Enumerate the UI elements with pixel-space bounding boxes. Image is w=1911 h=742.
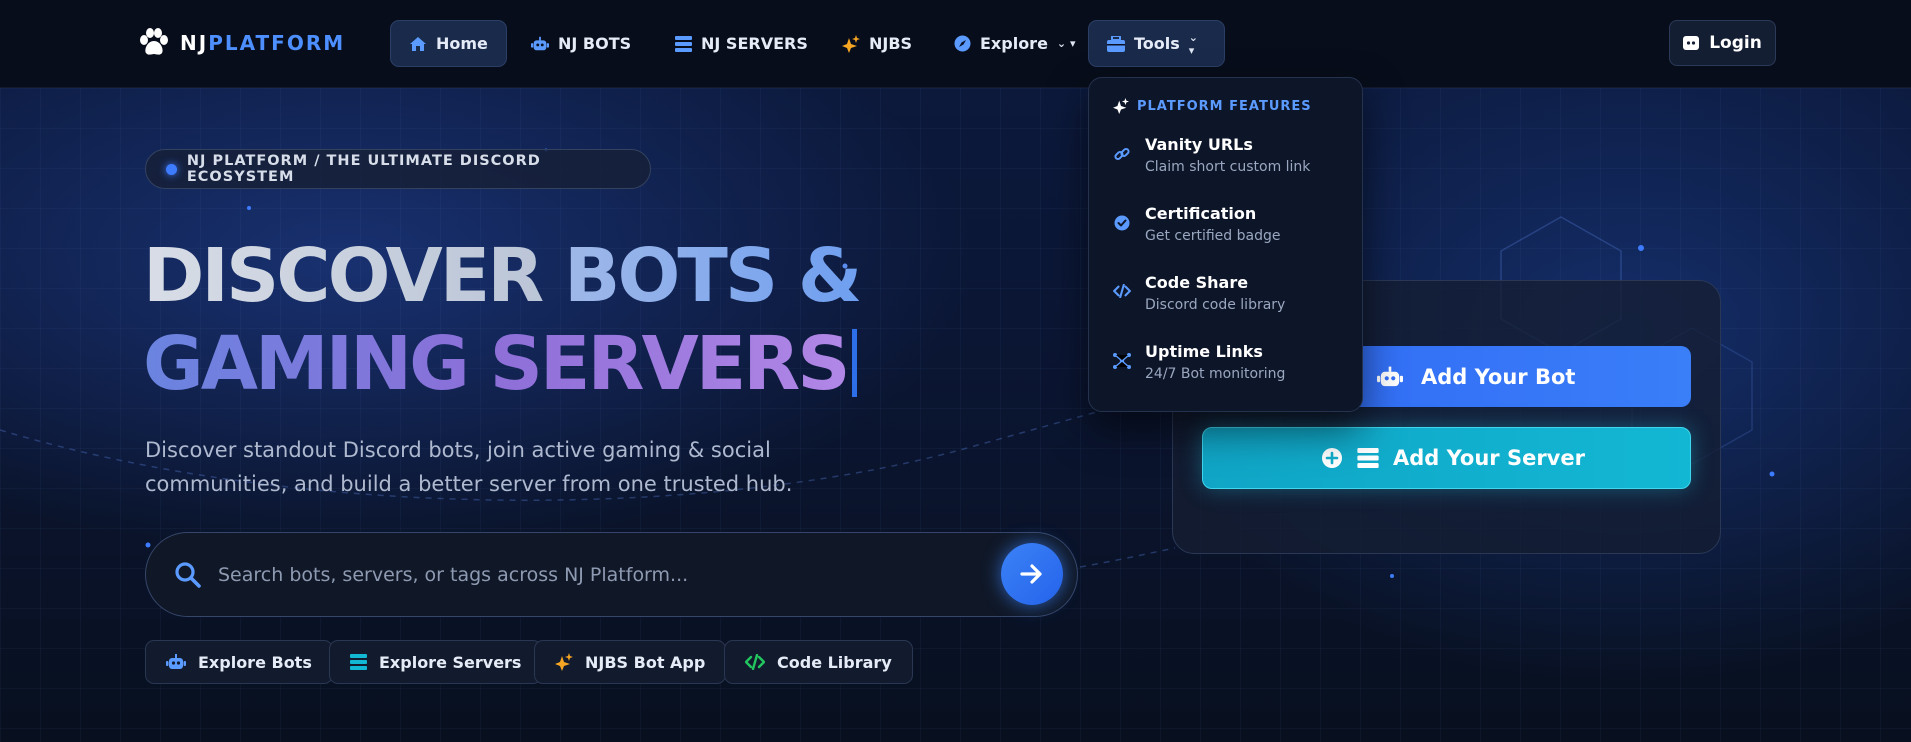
nav-home-label: Home: [436, 34, 488, 53]
dropdown-header-label: PLATFORM FEATURES: [1137, 98, 1312, 114]
hero-headline: DISCOVER BOTS & GAMING SERVERS: [143, 232, 862, 408]
menu-item-certification[interactable]: Certification Get certified badge: [1113, 203, 1280, 247]
sparkles-icon: [555, 653, 573, 671]
menu-item-subtitle: Discord code library: [1145, 297, 1286, 313]
nav-home[interactable]: Home: [390, 20, 507, 67]
robot-icon: [1377, 366, 1403, 386]
menu-item-vanity-urls[interactable]: Vanity URLs Claim short custom link: [1113, 134, 1310, 178]
login-label: Login: [1709, 33, 1762, 53]
status-dot: [166, 163, 177, 175]
server-icon: [350, 654, 367, 670]
menu-item-uptime-links[interactable]: Uptime Links 24/7 Bot monitoring: [1113, 341, 1285, 385]
login-button[interactable]: Login: [1669, 20, 1776, 66]
hero-badge-text: NJ PLATFORM / THE ULTIMATE DISCORD ECOSY…: [186, 153, 541, 185]
discord-icon: [1683, 36, 1700, 50]
hero-badge: NJ PLATFORM / THE ULTIMATE DISCORD ECOSY…: [145, 149, 651, 189]
headline-line1-a: DISCOVER: [143, 233, 565, 319]
add-server-label: Add Your Server: [1393, 446, 1585, 470]
menu-item-subtitle: 24/7 Bot monitoring: [1145, 366, 1286, 382]
brand-name-part1: NJ: [180, 31, 209, 55]
nav-nj-servers-label: NJ SERVERS: [701, 34, 808, 53]
quick-link-label: Explore Bots: [198, 652, 312, 672]
brand-name-part2: PLATFORM: [208, 31, 346, 55]
quick-link-label: Explore Servers: [379, 652, 522, 672]
code-icon: [1113, 284, 1131, 316]
menu-item-code-share[interactable]: Code Share Discord code library: [1113, 272, 1285, 316]
quick-link-label: NJBS Bot App: [585, 652, 706, 672]
quick-link-code-library[interactable]: Code Library: [724, 640, 913, 684]
server-icon: [674, 35, 692, 53]
dropdown-header: PLATFORM FEATURES: [1113, 98, 1312, 114]
hero-description: Discover standout Discord bots, join act…: [145, 438, 793, 496]
search-bar: [145, 532, 1078, 617]
plus-circle-icon: [1322, 448, 1342, 468]
tools-dropdown-menu: PLATFORM FEATURES Vanity URLs Claim shor…: [1088, 77, 1363, 412]
nav-nj-bots-label: NJ BOTS: [558, 34, 632, 53]
quick-link-njbs-bot-app[interactable]: NJBS Bot App: [534, 640, 727, 684]
magic-wand-icon: [1113, 98, 1129, 114]
menu-item-title: Certification: [1145, 204, 1257, 223]
menu-item-title: Vanity URLs: [1145, 135, 1253, 154]
search-icon: [174, 561, 202, 593]
robot-icon: [531, 35, 549, 53]
menu-item-title: Uptime Links: [1145, 342, 1263, 361]
search-submit-button[interactable]: [1001, 543, 1063, 605]
brand-name: NJPLATFORM: [180, 31, 345, 55]
toolbox-icon: [1107, 35, 1125, 53]
robot-icon: [166, 654, 186, 669]
nav-njbs-label: NJBS: [869, 34, 913, 53]
headline-line1-b: BOTS &: [564, 233, 862, 319]
chevron-down-icon: ⌄ ▾: [1056, 37, 1076, 50]
certified-icon: [1113, 215, 1131, 247]
arrow-right-icon: [1020, 564, 1042, 584]
menu-item-subtitle: Claim short custom link: [1145, 159, 1311, 175]
compass-icon: [953, 35, 971, 53]
nav-nj-bots[interactable]: NJ BOTS: [513, 20, 649, 67]
top-navbar: NJPLATFORM Home NJ BOTS NJ SERVERS NJBS …: [0, 0, 1911, 88]
menu-item-title: Code Share: [1145, 273, 1249, 292]
sparkles-icon: [842, 34, 860, 53]
typing-cursor: [851, 329, 857, 397]
nav-explore-label: Explore: [980, 34, 1048, 53]
nav-tools[interactable]: Tools ⌄ ▾: [1088, 20, 1225, 67]
quick-link-explore-bots[interactable]: Explore Bots: [145, 640, 333, 684]
nav-tools-label: Tools: [1134, 34, 1180, 53]
add-bot-label: Add Your Bot: [1421, 364, 1576, 389]
server-icon: [1357, 448, 1379, 468]
headline-line2: GAMING SERVERS: [143, 321, 851, 407]
chevron-down-icon: ⌄ ▾: [1188, 30, 1198, 57]
nav-njbs[interactable]: NJBS: [824, 20, 930, 67]
search-input[interactable]: [218, 553, 918, 597]
nav-explore[interactable]: Explore ⌄ ▾: [935, 20, 1094, 67]
code-icon: [745, 654, 765, 670]
menu-item-subtitle: Get certified badge: [1145, 228, 1281, 244]
paw-icon: [140, 28, 168, 55]
add-server-button[interactable]: Add Your Server: [1202, 427, 1691, 489]
quick-link-explore-servers[interactable]: Explore Servers: [329, 640, 543, 684]
brand-logo[interactable]: NJPLATFORM: [138, 28, 345, 58]
nodes-icon: [1113, 353, 1131, 385]
quick-link-label: Code Library: [777, 652, 892, 672]
link-icon: [1113, 146, 1131, 178]
nav-nj-servers[interactable]: NJ SERVERS: [656, 20, 826, 67]
home-icon: [409, 35, 427, 53]
